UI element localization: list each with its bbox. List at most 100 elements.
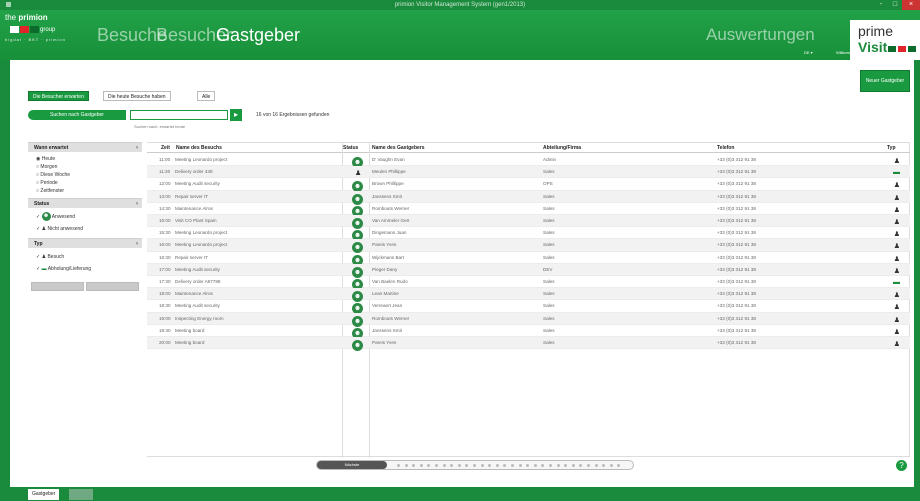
person-icon: ♟ [893, 292, 900, 300]
radio-zeitfenster[interactable]: ○ Zeitfenster [28, 187, 142, 195]
page-dot[interactable] [412, 464, 416, 467]
page-dot[interactable] [617, 464, 621, 467]
cell-visit-name: Meeting Audit security [175, 266, 220, 272]
checkbox-abholung[interactable]: ✓ ▬ Abholung/Lieferung [28, 263, 142, 275]
col-zeit[interactable]: Zeit [161, 145, 170, 151]
radio-heute[interactable]: ◉ Heute [28, 155, 142, 163]
table-row[interactable]: 15:00 Visit CO Plant Spain Van Ammeler Ger… [147, 215, 910, 229]
page-dot[interactable] [541, 464, 545, 467]
table-row[interactable]: 20:00 Meeting board Pareis Yves Sales +33 (0… [147, 337, 910, 351]
page-dot[interactable] [518, 464, 522, 467]
search-host-button[interactable]: Suchen nach Gastgeber [28, 110, 126, 120]
table-row[interactable]: 11:00 Meeting Leonardo project D' Vaughn E… [147, 154, 910, 168]
radio-morgen[interactable]: ○ Morgen [28, 163, 142, 171]
search-input[interactable] [130, 110, 228, 120]
cell-host-name: Lean Martine [372, 291, 399, 297]
logo-sub: bigdat · BKT · primion [5, 37, 66, 42]
table-row[interactable]: 14:30 Maintenance Alros Rombouts Werner Sal… [147, 203, 910, 217]
col-host[interactable]: Name des Gastgebers [372, 145, 425, 151]
nav-gastgeber[interactable]: Gastgeber [216, 25, 300, 46]
page-dot[interactable] [427, 464, 431, 467]
page-dot[interactable] [511, 464, 514, 467]
table-row[interactable]: 17:30 Delivery order A87788 Van Baelen Rud… [147, 276, 910, 290]
page-dot[interactable] [526, 464, 530, 467]
table-row[interactable]: 11:30 Delivery order 438 Meulen Phillippe S… [147, 166, 910, 179]
person-icon: ♟ [893, 206, 900, 214]
next-page-button[interactable]: Nächste [317, 461, 387, 469]
col-dept[interactable]: Abteilung/Firma [543, 145, 581, 151]
filter-apply-button[interactable] [86, 282, 139, 291]
filter-header-status[interactable]: Status › [28, 198, 142, 208]
page-dot[interactable] [435, 464, 438, 467]
checkbox-nicht-anwesend[interactable]: ✓ ♟ Nicht anwesend [28, 223, 142, 235]
col-phone[interactable]: Telefon [717, 145, 734, 151]
page-dot[interactable] [419, 464, 423, 467]
page-dot[interactable] [579, 464, 583, 467]
radio-diese-woche[interactable]: ○ Diese Woche [28, 171, 142, 179]
page-dot[interactable] [495, 464, 499, 467]
table-row[interactable]: 17:00 Meeting Audit security Pieger Dany DE… [147, 263, 910, 278]
page-dot[interactable] [480, 464, 484, 467]
table-row[interactable]: 18:30 Meeting Audit security Verreaert Jea… [147, 300, 910, 315]
page-dot[interactable] [465, 464, 469, 467]
page-dot[interactable] [571, 464, 575, 467]
page-dot[interactable] [473, 464, 476, 467]
table-row[interactable]: 19:00 Inspecting Energy room Rombouts Wern… [147, 312, 910, 327]
page-dot[interactable] [457, 464, 461, 467]
page-dot[interactable] [450, 464, 454, 467]
col-name[interactable]: Name des Besuchs [176, 145, 222, 151]
table-row[interactable]: 19:30 Meeting board Janssens Smit Sales +33 … [147, 325, 910, 339]
cell-visit-name: Delivery order A87788 [175, 279, 221, 284]
page-dot[interactable] [602, 464, 606, 467]
page-dot[interactable] [609, 464, 613, 467]
logo-top: the primion [5, 13, 48, 22]
cell-visit-name: Repair server IT [175, 193, 208, 199]
table-row[interactable]: 18:00 Maintenance Alros Lean Martine Sales +… [147, 288, 910, 303]
table-row[interactable]: 12:00 Meeting Audit security Brown Phillip… [147, 178, 910, 193]
search-go-button[interactable]: ▸ [230, 109, 242, 121]
checkbox-anwesend[interactable]: ✓ ☻ Anwesend [28, 211, 142, 223]
table-row[interactable]: 16:00 Meeting Leonardo project Pareis Yves… [147, 239, 910, 254]
person-icon: ♟ [893, 341, 900, 348]
cell-department: Sales [543, 193, 555, 199]
checkbox-besuch[interactable]: ✓ ♟ Besuch [28, 251, 142, 263]
page-dot[interactable] [404, 464, 408, 467]
cell-department: OPS [543, 181, 553, 187]
title-bar: primion Visitor Management System (gen1/… [0, 0, 920, 10]
page-dot[interactable] [549, 464, 552, 467]
language-select[interactable]: DE ▾ [804, 50, 813, 55]
page-dot[interactable] [594, 464, 598, 467]
filter-header-wann[interactable]: Wann erwartet › [28, 142, 142, 152]
table-row[interactable]: 15:30 Meeting Leonardo project Dingemans J… [147, 227, 910, 242]
page-dot[interactable] [503, 464, 507, 467]
col-status[interactable]: Status [343, 145, 358, 151]
page-dot[interactable] [556, 464, 560, 467]
taskbar-tab-2[interactable] [69, 489, 93, 500]
filter-reset-button[interactable] [31, 282, 84, 291]
filter-header-typ[interactable]: Typ › [28, 238, 142, 248]
page-dot[interactable] [564, 464, 568, 467]
page-dot[interactable] [587, 464, 590, 467]
page-dot[interactable] [442, 464, 446, 467]
brand-square-red [898, 46, 906, 52]
nav-auswertungen[interactable]: Auswertungen [706, 25, 815, 45]
page-dot[interactable] [397, 464, 400, 467]
cell-host-name: Rombouts Werner [372, 315, 410, 321]
person-icon: ♟ [893, 328, 900, 336]
app-window: primion Visitor Management System (gen1/… [0, 0, 920, 501]
taskbar-tab-gastgeber[interactable]: Gastgeber [28, 489, 60, 500]
tab-all[interactable]: Alle [197, 91, 216, 101]
new-host-button[interactable]: Neuer Gastgeber [860, 70, 910, 92]
cell-time: 17:30 [159, 279, 171, 284]
page-dot[interactable] [533, 464, 537, 467]
page-dot[interactable] [488, 464, 492, 467]
help-icon[interactable]: ? [896, 460, 907, 471]
tab-expected[interactable]: Die Besucher erwarten [28, 91, 89, 101]
table-row[interactable]: 16:30 Repair server IT Wijckmans Bart Sales… [147, 252, 910, 266]
tab-today[interactable]: Die heute Besuche haben [103, 91, 171, 101]
radio-periode[interactable]: ○ Periode [28, 179, 142, 187]
col-type[interactable]: Typ [887, 145, 896, 151]
cell-time: 16:30 [159, 254, 171, 260]
table-row[interactable]: 13:00 Repair server IT Janssens Smit Sales +… [147, 190, 910, 205]
close-button[interactable]: × [902, 0, 920, 10]
